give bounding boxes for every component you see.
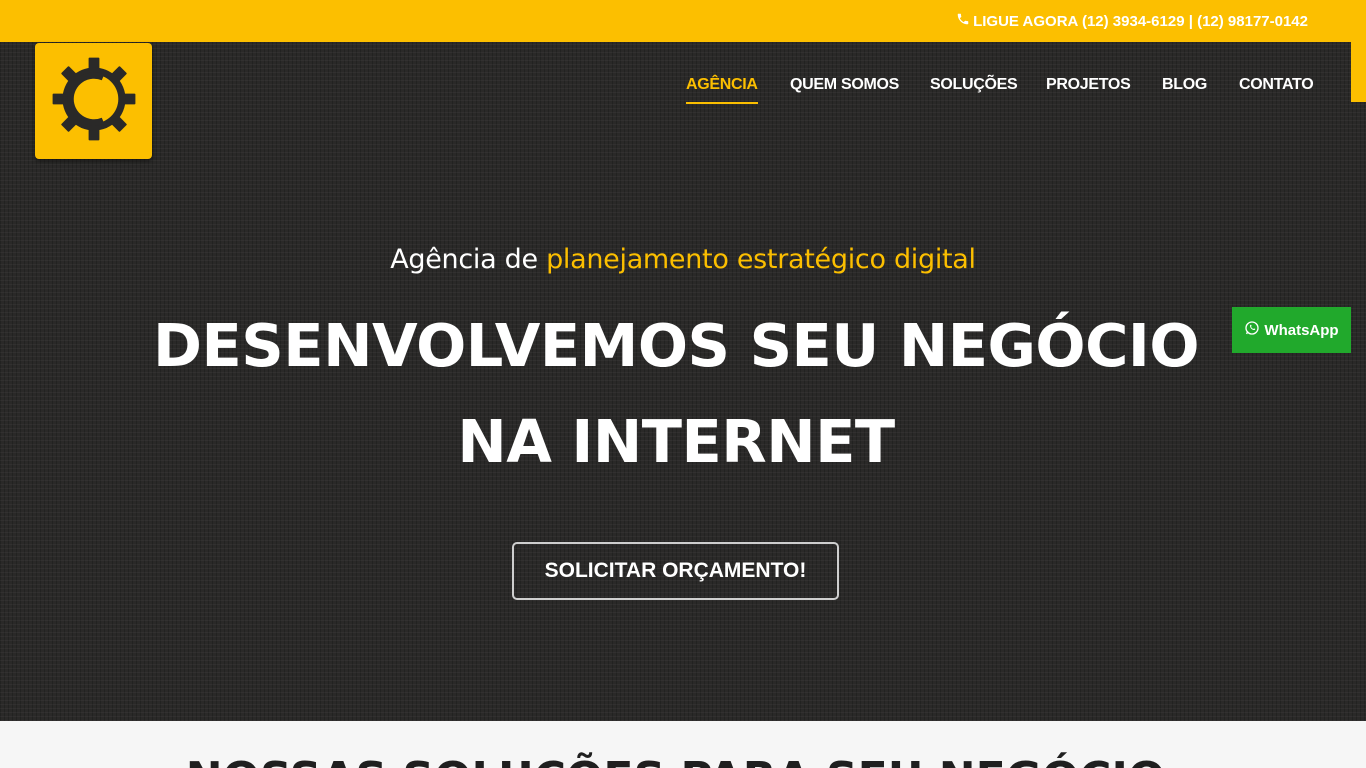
hero-subtitle: Agência de planejamento estratégico digi… (0, 244, 1366, 275)
nav-solucoes[interactable]: SOLUÇÕES (930, 76, 1018, 94)
nav-quem-somos[interactable]: QUEM SOMOS (790, 76, 899, 94)
phone-text: LIGUE AGORA (12) 3934-6129 | (12) 98177-… (973, 12, 1308, 30)
nav-contato[interactable]: CONTATO (1239, 76, 1314, 94)
whatsapp-button[interactable]: WhatsApp (1232, 307, 1351, 353)
section-title: NOSSAS SOLUÇÕES PARA SEU NEGÓCIO (0, 753, 1351, 768)
nav-agencia[interactable]: AGÊNCIA (686, 76, 758, 104)
headline-line-1: DESENVOLVEMOS SEU NEGÓCIO (153, 311, 1200, 380)
phone-contact[interactable]: LIGUE AGORA (12) 3934-6129 | (12) 98177-… (956, 12, 1308, 30)
nav-projetos[interactable]: PROJETOS (1046, 76, 1131, 94)
headline-line-2: NA INTERNET (457, 407, 895, 476)
subtitle-prefix: Agência de (390, 244, 547, 275)
whatsapp-label: WhatsApp (1264, 321, 1339, 339)
nav-blog[interactable]: BLOG (1162, 76, 1207, 94)
whatsapp-icon (1244, 320, 1260, 340)
request-quote-button[interactable]: SOLICITAR ORÇAMENTO! (512, 542, 839, 600)
subtitle-highlight: planejamento estratégico digital (546, 244, 976, 275)
gear-logo-icon (49, 54, 139, 149)
top-bar: LIGUE AGORA (12) 3934-6129 | (12) 98177-… (0, 0, 1366, 42)
solutions-section: NOSSAS SOLUÇÕES PARA SEU NEGÓCIO (0, 721, 1351, 768)
hero-headline: DESENVOLVEMOS SEU NEGÓCIO NA INTERNET (0, 298, 1352, 490)
phone-icon (956, 12, 970, 30)
site-logo[interactable] (35, 43, 152, 159)
scrollbar-thumb[interactable] (1351, 42, 1366, 102)
